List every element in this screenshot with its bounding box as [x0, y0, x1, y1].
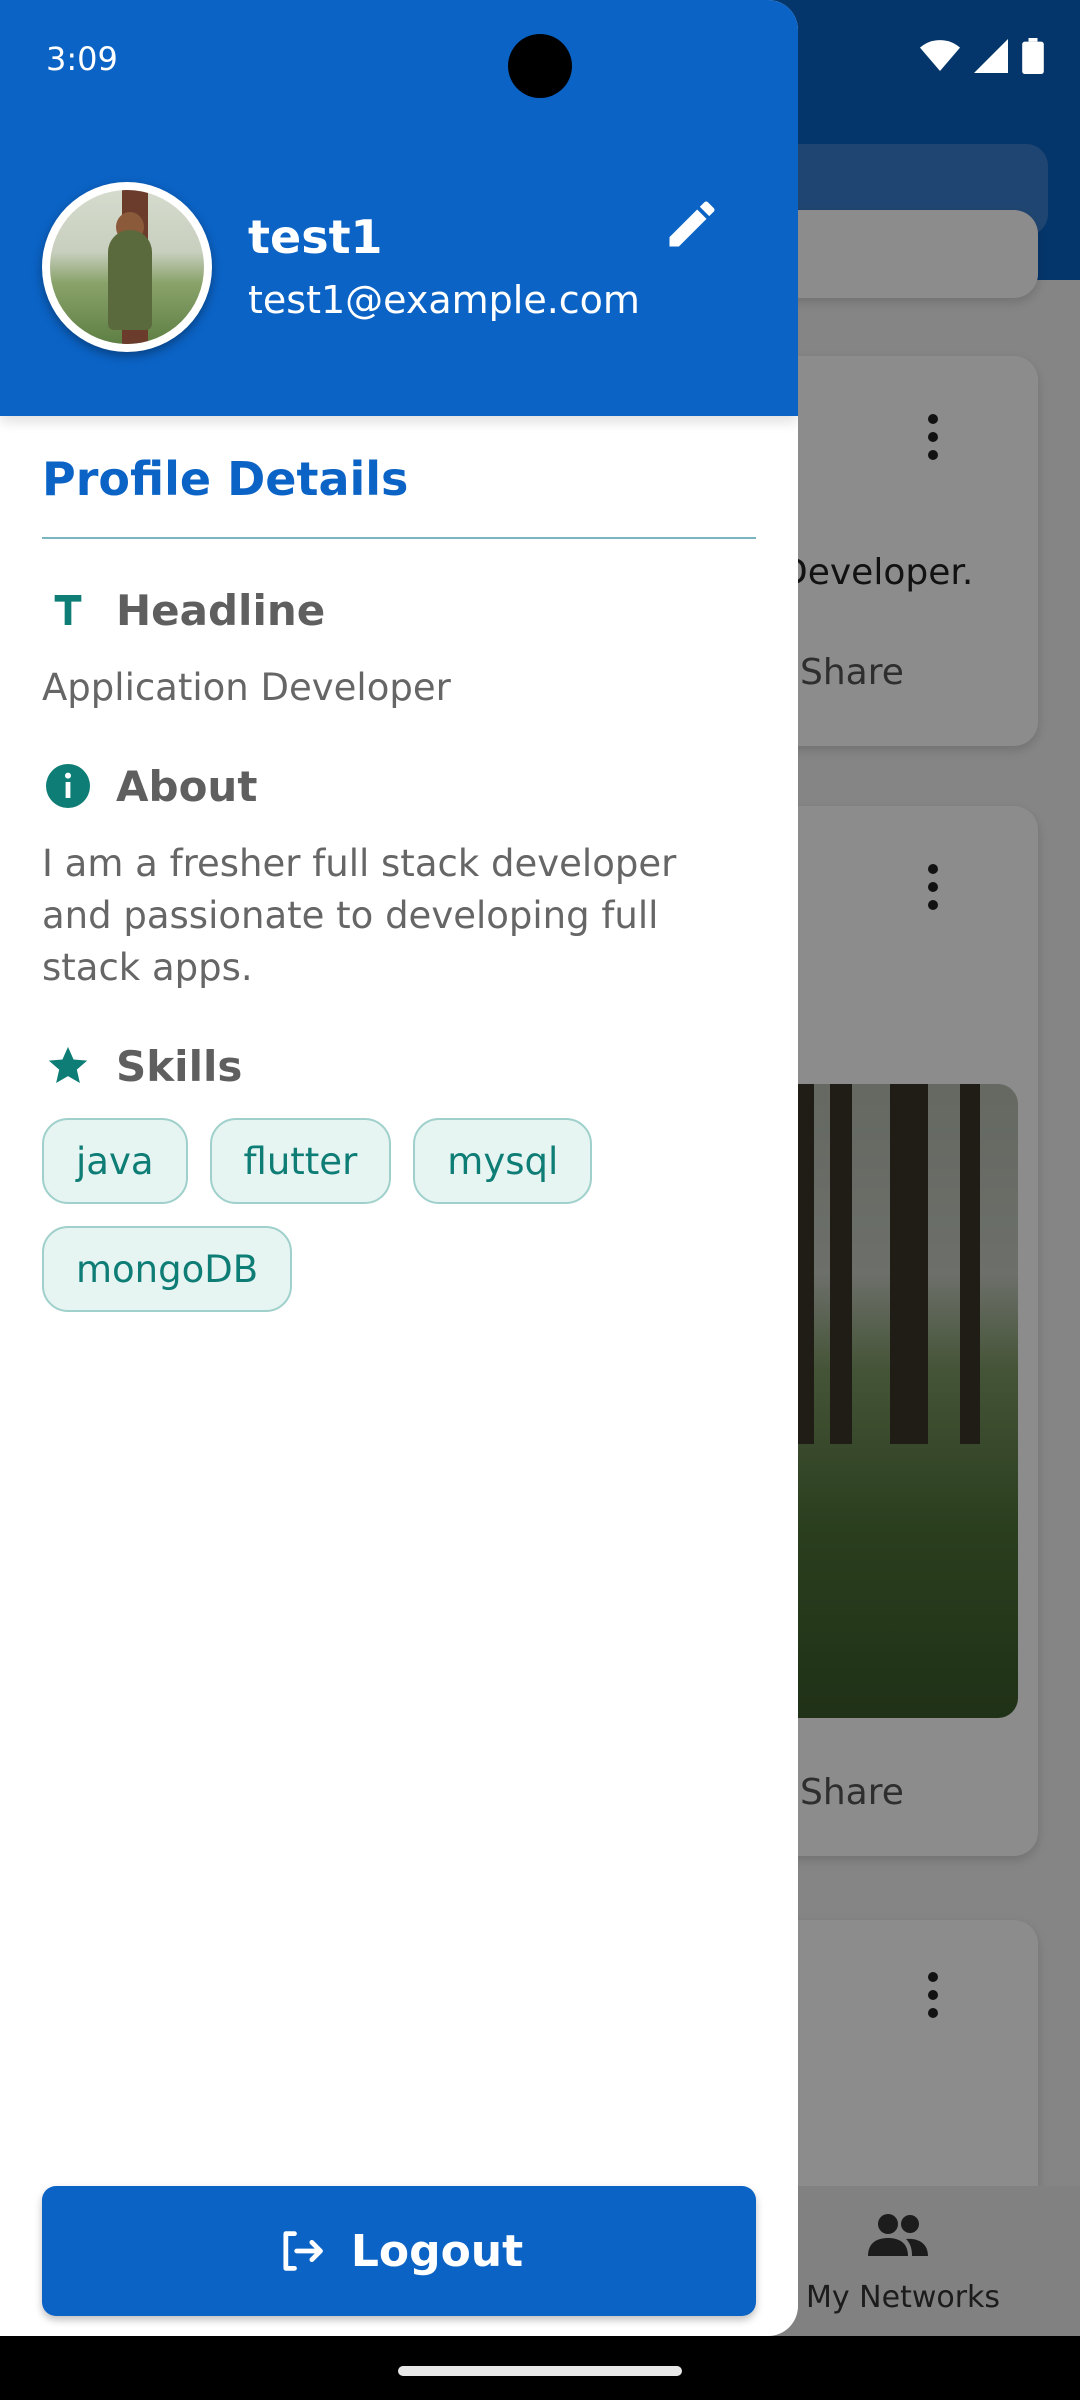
logout-button[interactable]: Logout [42, 2186, 756, 2316]
about-row: About [42, 760, 257, 812]
avatar[interactable] [42, 182, 212, 352]
skill-chip[interactable]: java [42, 1118, 188, 1204]
info-icon [42, 760, 94, 812]
skills-label: Skills [116, 1041, 243, 1091]
user-name: test1 [248, 210, 383, 264]
section-title: Profile Details [42, 452, 409, 506]
headline-label: Headline [116, 585, 326, 635]
skill-chip[interactable]: mongoDB [42, 1226, 293, 1312]
text-icon [42, 584, 94, 636]
about-label: About [116, 761, 258, 811]
status-icons [920, 38, 1044, 74]
skills-row: Skills [42, 1040, 242, 1092]
home-gesture-handle[interactable] [398, 2366, 682, 2376]
wifi-icon [920, 40, 960, 71]
logout-icon [283, 2231, 323, 2271]
signal-icon [974, 39, 1008, 73]
battery-icon [1022, 38, 1044, 74]
skill-chip[interactable]: flutter [209, 1118, 392, 1204]
logout-label: Logout [350, 2225, 524, 2277]
headline-row: Headline [42, 584, 325, 636]
drawer-header: test1 test1@example.com [0, 0, 798, 416]
user-email: test1@example.com [248, 278, 640, 322]
profile-drawer: test1 test1@example.com Profile Details … [0, 0, 798, 2336]
headline-value: Application Developer [42, 666, 451, 709]
star-icon [42, 1040, 94, 1092]
divider [42, 537, 756, 539]
skill-chip[interactable]: mysql [413, 1118, 593, 1204]
camera-cutout [508, 34, 572, 98]
skills-chips: java flutter mysql mongoDB [42, 1118, 762, 1312]
edit-icon[interactable] [662, 194, 722, 254]
status-time: 3:09 [46, 40, 118, 78]
about-value: I am a fresher full stack developer and … [42, 842, 677, 989]
